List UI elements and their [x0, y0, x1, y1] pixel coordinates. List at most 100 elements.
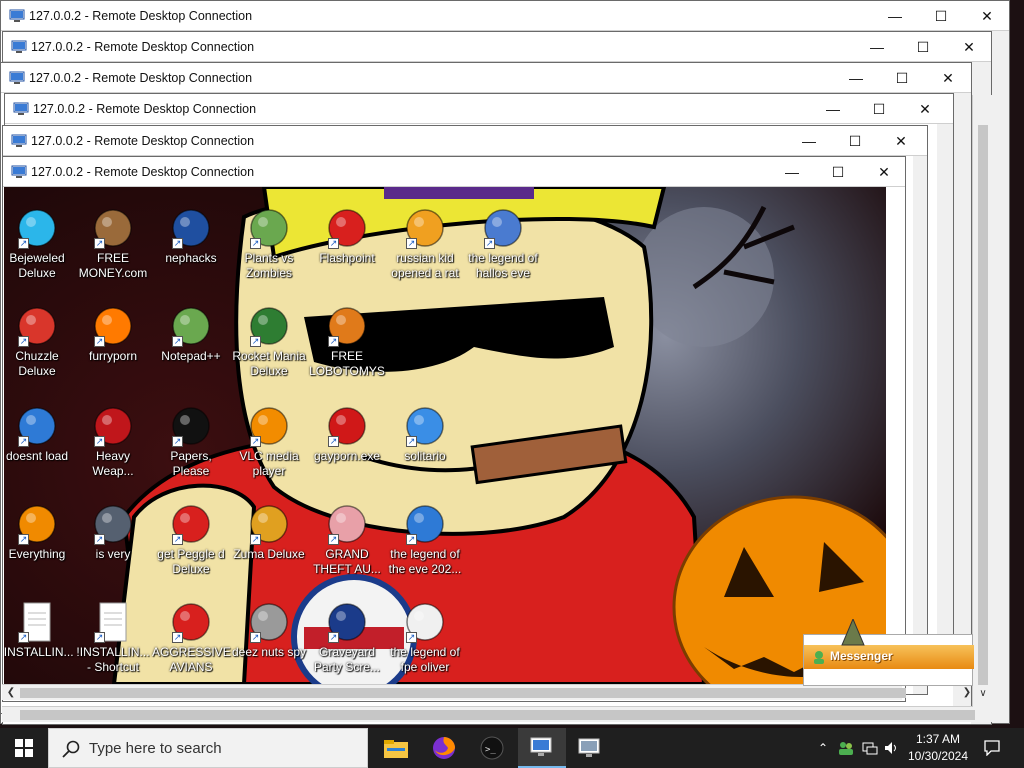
- shortcut-arrow-icon: ↗: [328, 534, 339, 545]
- network-icon[interactable]: [860, 728, 880, 768]
- desktop-icon[interactable]: ↗ the legend of hallos eve: [464, 207, 542, 281]
- title-bar[interactable]: 127.0.0.2 - Remote Desktop Connection — …: [3, 157, 905, 187]
- close-button[interactable]: ✕: [902, 94, 948, 124]
- desktop-icon[interactable]: ↗ get Peggle d Deluxe: [152, 503, 230, 577]
- desktop-icon-label: nephacks: [165, 251, 217, 265]
- shortcut-arrow-icon: ↗: [484, 238, 495, 249]
- desktop-icon[interactable]: ↗ nephacks: [152, 207, 230, 266]
- desktop-icon[interactable]: ↗ VLC media player: [230, 405, 308, 479]
- title-bar[interactable]: 127.0.0.2 - Remote Desktop Connection — …: [1, 1, 1009, 31]
- maximize-button[interactable]: ☐: [900, 32, 946, 62]
- desktop-icon[interactable]: ↗ the legend of the eve 202...: [386, 503, 464, 577]
- shield-folder-icon: ↗: [482, 207, 524, 249]
- magnifier-icon: ↗: [16, 503, 58, 545]
- desktop-icon[interactable]: ↗ gayporn.exe: [308, 405, 386, 464]
- desktop-icon[interactable]: ↗ furryporn: [74, 305, 152, 364]
- maximize-button[interactable]: ☐: [918, 1, 964, 31]
- minimize-button[interactable]: —: [786, 126, 832, 156]
- desktop-icon-label: Plants vs Zombies: [244, 251, 294, 280]
- firefox-button[interactable]: [420, 728, 468, 768]
- desktop-icon-label: Heavy Weap...: [92, 449, 134, 478]
- desktop-icon[interactable]: ↗ Chuzzle Deluxe: [4, 305, 76, 379]
- shortcut-arrow-icon: ↗: [172, 534, 183, 545]
- terminal-icon: >_: [480, 736, 504, 760]
- desktop-icon[interactable]: ↗ deez nuts spy: [230, 601, 308, 660]
- desktop-icon[interactable]: ↗ Everything: [4, 503, 76, 562]
- outer-horizontal-scrollbar[interactable]: [2, 706, 992, 722]
- desktop-icon[interactable]: ↗ FREE LOBOTOMYS: [308, 305, 386, 379]
- notification-icon: [984, 740, 1000, 756]
- desktop-icon[interactable]: ↗ AGGRESSIVE AVIANS: [152, 601, 231, 675]
- desktop-icon[interactable]: ↗ !INSTALLIN...: [4, 601, 76, 660]
- people-icon: [839, 742, 853, 755]
- horizontal-scrollbar[interactable]: ❮ ❯: [2, 684, 971, 701]
- scroll-left-button[interactable]: ❮: [4, 685, 18, 701]
- remote-desktop-button[interactable]: [566, 728, 614, 768]
- messenger-popup[interactable]: Messenger: [803, 619, 974, 686]
- title-bar[interactable]: 127.0.0.2 - Remote Desktop Connection — …: [3, 32, 991, 62]
- desktop-icon[interactable]: ↗ solitario: [386, 405, 464, 464]
- windows-logo-icon: [15, 739, 33, 757]
- remote-desktop-button-active[interactable]: [518, 728, 566, 768]
- desktop-icon[interactable]: ↗ Heavy Weap...: [74, 405, 152, 479]
- file-explorer-button[interactable]: [372, 728, 420, 768]
- volume-icon[interactable]: [882, 728, 902, 768]
- remote-desktop-icon: [9, 9, 25, 23]
- desktop-icon[interactable]: ↗ FREE MONEY.com: [74, 207, 152, 281]
- taskbar-clock[interactable]: 1:37 AM 10/30/2024: [906, 731, 970, 765]
- speaker-icon: [885, 742, 896, 754]
- network-tray-icon[interactable]: [836, 728, 856, 768]
- action-center-button[interactable]: [980, 728, 1004, 768]
- desktop-icon[interactable]: ↗ Notepad++: [152, 305, 230, 364]
- desktop-icon[interactable]: ↗ Graveyard Party Scre...: [308, 601, 386, 675]
- desktop-icon[interactable]: ↗ GRAND THEFT AU...: [308, 503, 386, 577]
- terminal-button[interactable]: >_: [468, 728, 516, 768]
- minimize-button[interactable]: —: [769, 157, 815, 187]
- close-button[interactable]: ✕: [946, 32, 991, 62]
- search-icon: [62, 740, 80, 758]
- desktop-icon[interactable]: ↗ Papers, Please: [152, 405, 230, 479]
- scroll-thumb[interactable]: [20, 710, 975, 720]
- close-button[interactable]: ✕: [878, 126, 924, 156]
- shortcut-arrow-icon: ↗: [18, 238, 29, 249]
- scroll-down-button[interactable]: ∨: [975, 688, 991, 702]
- firefox-icon: ↗: [92, 305, 134, 347]
- file-explorer-icon: [384, 740, 408, 758]
- close-button[interactable]: ✕: [964, 1, 1009, 31]
- desktop-icon[interactable]: ↗ doesnt load: [4, 405, 76, 464]
- minimize-button[interactable]: —: [872, 1, 918, 31]
- scroll-thumb[interactable]: [978, 125, 988, 685]
- close-button[interactable]: ✕: [925, 63, 971, 93]
- minimize-button[interactable]: —: [810, 94, 856, 124]
- desktop-icon[interactable]: ↗ Rocket Mania Deluxe: [230, 305, 308, 379]
- maximize-button[interactable]: ☐: [815, 157, 861, 187]
- taskbar-search-box[interactable]: Type here to search: [48, 728, 368, 768]
- taskbar: Type here to search >_ ⌃ 1:37 AM 10/30/2…: [0, 728, 1024, 768]
- outer-vertical-scrollbar[interactable]: ∨: [972, 95, 992, 707]
- desktop-icon-label: Notepad++: [161, 349, 221, 363]
- window-title: 127.0.0.2 - Remote Desktop Connection: [33, 102, 257, 116]
- desktop-icon[interactable]: ↗ the legend of fpe oliver: [386, 601, 464, 675]
- thunderbird-icon: ↗: [16, 405, 58, 447]
- desktop-icon[interactable]: ↗ Flashpoint: [308, 207, 386, 266]
- scroll-thumb[interactable]: [20, 688, 906, 698]
- desktop-icon[interactable]: ↗ russian kid opened a rat: [386, 207, 464, 281]
- maximize-button[interactable]: ☐: [879, 63, 925, 93]
- title-bar[interactable]: 127.0.0.2 - Remote Desktop Connection — …: [1, 63, 971, 93]
- desktop-icon[interactable]: ↗ is very: [74, 503, 152, 562]
- desktop-icon[interactable]: ↗ !INSTALLIN... - Shortcut: [74, 601, 152, 675]
- anime-girl-icon: ↗: [326, 503, 368, 545]
- desktop-icon[interactable]: ↗ Plants vs Zombies: [230, 207, 308, 281]
- close-button[interactable]: ✕: [861, 157, 905, 187]
- show-hidden-icons-button[interactable]: ⌃: [814, 728, 832, 768]
- start-button[interactable]: [0, 728, 48, 768]
- remote-desktop-area[interactable]: ↗ Bejeweled Deluxe ↗ FREE MONEY.com ↗ nephack…: [4, 187, 886, 684]
- maximize-button[interactable]: ☐: [856, 94, 902, 124]
- desktop-icon[interactable]: ↗ Bejeweled Deluxe: [4, 207, 76, 281]
- desktop-icon[interactable]: ↗ Zuma Deluxe: [230, 503, 308, 562]
- title-bar[interactable]: 127.0.0.2 - Remote Desktop Connection — …: [3, 126, 927, 156]
- minimize-button[interactable]: —: [833, 63, 879, 93]
- maximize-button[interactable]: ☐: [832, 126, 878, 156]
- title-bar[interactable]: 127.0.0.2 - Remote Desktop Connection — …: [5, 94, 953, 124]
- minimize-button[interactable]: —: [854, 32, 900, 62]
